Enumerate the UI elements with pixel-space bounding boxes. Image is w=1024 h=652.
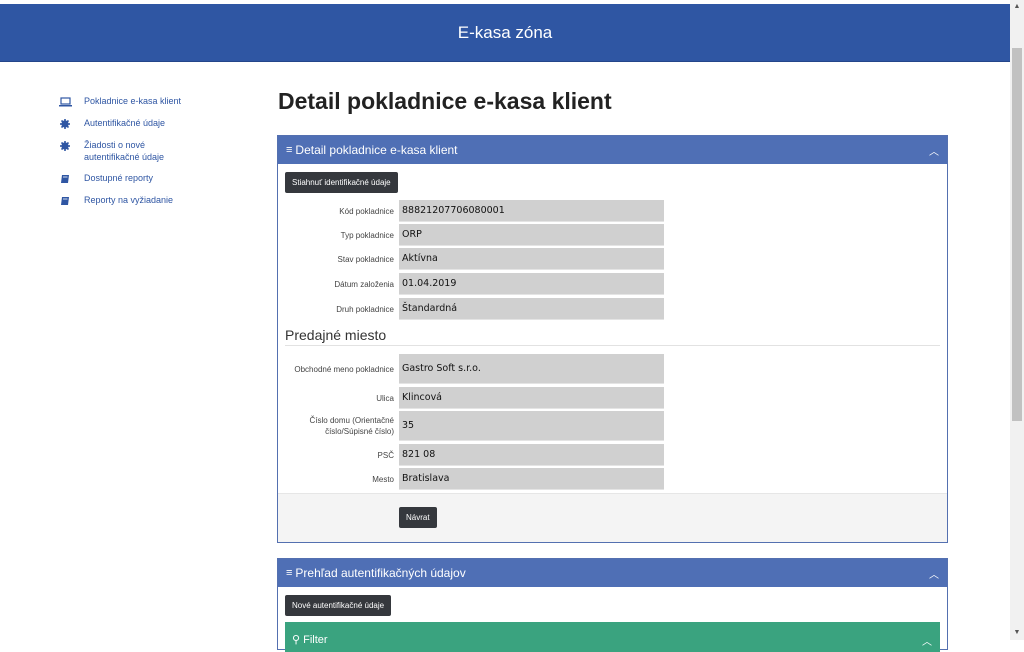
field-value: ORP xyxy=(399,224,664,246)
field-row: Stav pokladnice Aktívna xyxy=(278,248,664,270)
sidebar-item-reporty-na-vyziadanie[interactable]: Reporty na vyžiadanie xyxy=(58,194,258,207)
field-label: Stav pokladnice xyxy=(337,254,394,264)
laptop-icon xyxy=(58,96,72,108)
book-icon xyxy=(58,173,72,185)
chevron-up-icon[interactable]: ︿ xyxy=(929,566,939,581)
field-row: Kód pokladnice 88821207706080001 xyxy=(278,200,664,222)
filter-bar[interactable]: ⚲ Filter ︿ xyxy=(285,622,940,652)
filter-label: Filter xyxy=(303,634,328,646)
sidebar-item-dostupne-reporty[interactable]: Dostupné reporty xyxy=(58,172,258,185)
field-label: Mesto xyxy=(372,474,394,484)
field-label: Ulica xyxy=(376,393,394,403)
field-value: Aktívna xyxy=(399,248,664,270)
field-label: Dátum založenia xyxy=(334,279,394,289)
sidebar-item-label: Dostupné reporty xyxy=(84,173,154,183)
field-value: Bratislava xyxy=(399,468,664,490)
detail-panel: ≡ Detail pokladnice e-kasa klient ︿ Stia… xyxy=(277,135,948,543)
scroll-up-icon[interactable]: ▲ xyxy=(1010,0,1024,14)
menu-icon: ≡ xyxy=(286,567,293,579)
field-value: Štandardná xyxy=(399,298,664,320)
search-icon: ⚲ xyxy=(292,634,301,646)
field-row: Mesto Bratislava xyxy=(278,468,664,490)
field-label: Kód pokladnice xyxy=(339,206,394,216)
field-value: 88821207706080001 xyxy=(399,200,664,222)
field-row: Typ pokladnice ORP xyxy=(278,224,664,246)
field-label: PSČ xyxy=(377,450,394,460)
sidebar-item-autentifikacne-udaje[interactable]: Autentifikačné údaje xyxy=(58,117,258,130)
field-label: Číslo domu (Orientačné číslo/Súpisné čís… xyxy=(309,416,394,436)
page-scrollbar[interactable]: ▲ ▼ xyxy=(1010,0,1024,640)
sidebar-item-pokladnice[interactable]: Pokladnice e-kasa klient xyxy=(58,95,258,108)
detail-panel-header[interactable]: ≡ Detail pokladnice e-kasa klient ︿ xyxy=(278,136,947,164)
section-divider xyxy=(285,345,940,346)
field-row: PSČ 821 08 xyxy=(278,444,664,466)
field-value: Klincová xyxy=(399,387,664,409)
app-title: E-kasa zóna xyxy=(457,22,553,42)
field-label: Typ pokladnice xyxy=(340,230,394,240)
page-title: Detail pokladnice e-kasa klient xyxy=(278,88,612,114)
auth-panel: ≡ Prehľad autentifikačných údajov ︿ Nové… xyxy=(277,558,948,652)
menu-icon: ≡ xyxy=(286,144,293,156)
field-value: 35 xyxy=(399,411,664,441)
field-row: Dátum založenia 01.04.2019 xyxy=(278,273,664,295)
field-row: Druh pokladnice Štandardná xyxy=(278,298,664,320)
field-row: Číslo domu (Orientačné číslo/Súpisné čís… xyxy=(278,411,664,441)
sidebar-item-label: Autentifikačné údaje xyxy=(84,118,166,128)
detail-panel-title: Detail pokladnice e-kasa klient xyxy=(295,143,458,157)
auth-panel-header[interactable]: ≡ Prehľad autentifikačných údajov ︿ xyxy=(278,559,947,587)
sidebar-item-label: Žiadosti o nové autentifikačné údaje xyxy=(84,140,165,162)
chevron-up-icon[interactable]: ︿ xyxy=(922,633,932,648)
sidebar-nav: Pokladnice e-kasa klient Autentifikačné … xyxy=(58,95,258,216)
book-icon xyxy=(58,195,72,207)
sidebar-item-label: Pokladnice e-kasa klient xyxy=(84,96,182,106)
section-title: Predajné miesto xyxy=(285,327,387,343)
app-header: E-kasa zóna xyxy=(0,4,1010,62)
field-row: Obchodné meno pokladnice Gastro Soft s.r… xyxy=(278,354,664,384)
chevron-up-icon[interactable]: ︿ xyxy=(929,143,939,158)
field-label: Obchodné meno pokladnice xyxy=(294,364,394,374)
field-label: Druh pokladnice xyxy=(336,304,394,314)
detail-panel-footer: Návrat xyxy=(278,493,947,542)
scroll-down-icon[interactable]: ▼ xyxy=(1010,626,1024,640)
field-value: 01.04.2019 xyxy=(399,273,664,295)
scrollbar-thumb[interactable] xyxy=(1012,48,1022,421)
field-row: Ulica Klincová xyxy=(278,387,664,409)
gear-icon xyxy=(58,118,72,130)
download-identification-button[interactable]: Stiahnuť identifikačné údaje xyxy=(285,172,398,193)
field-value: 821 08 xyxy=(399,444,664,466)
sidebar-item-label: Reporty na vyžiadanie xyxy=(84,195,174,205)
new-auth-data-button[interactable]: Nové autentifikačné údaje xyxy=(285,595,392,616)
gear-icon xyxy=(58,140,72,152)
back-button[interactable]: Návrat xyxy=(399,507,437,528)
auth-panel-title: Prehľad autentifikačných údajov xyxy=(295,566,466,580)
field-value: Gastro Soft s.r.o. xyxy=(399,354,664,384)
sidebar-item-ziadosti[interactable]: Žiadosti o nové autentifikačné údaje xyxy=(58,139,258,163)
